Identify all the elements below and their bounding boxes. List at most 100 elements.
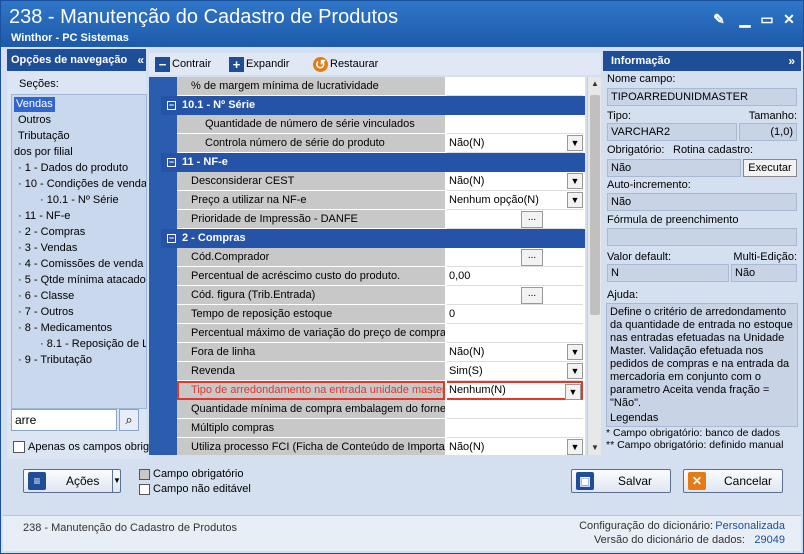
nav-item[interactable]: · 9 - Tributação xyxy=(18,353,92,368)
nav-item[interactable]: · 8.1 - Reposição de Lo xyxy=(40,337,146,352)
nav-item[interactable]: · 3 - Vendas xyxy=(18,241,77,256)
close-button[interactable]: ✕ xyxy=(781,11,797,27)
grid-row[interactable]: Quantidade de número de série vinculados xyxy=(177,115,585,134)
chevron-down-icon[interactable]: ▼ xyxy=(567,192,583,208)
edit-icon[interactable]: ✎ xyxy=(711,11,727,27)
tree-dot-icon: · xyxy=(40,338,47,350)
nav-item[interactable]: · 4 - Comissões de venda xyxy=(18,257,143,272)
scroll-up-icon[interactable]: ▲ xyxy=(589,77,601,91)
grid-row[interactable]: Prioridade de Impressão - DANFE... xyxy=(177,210,585,229)
grid-row-value[interactable] xyxy=(447,324,583,343)
nav-item[interactable]: · 5 - Qtde mínima atacado xyxy=(18,273,146,288)
nav-item[interactable]: Tributação xyxy=(18,129,70,144)
collapse-section-icon[interactable]: − xyxy=(167,157,176,167)
chevron-down-icon[interactable]: ▼ xyxy=(567,344,583,360)
grid-row-label: Revenda xyxy=(177,362,445,381)
expand-button[interactable]: + Expandir xyxy=(229,56,289,72)
chevron-down-icon[interactable]: ▼ xyxy=(567,135,583,151)
nav-item[interactable]: · 7 - Outros xyxy=(18,305,74,320)
search-button[interactable]: ⌕ xyxy=(119,409,139,431)
grid-section-header[interactable]: −10.1 - Nº Série xyxy=(161,96,585,115)
save-button[interactable]: ▣ Salvar xyxy=(571,469,671,493)
grid-row[interactable]: Cód.Comprador... xyxy=(177,248,585,267)
grid-row[interactable]: Preço a utilizar na NF-e Nenhum opção(N) ▼ xyxy=(177,191,585,210)
grid-row-label: Percentual de acréscimo custo do produto… xyxy=(177,267,445,286)
nav-item[interactable]: Outros xyxy=(18,113,51,128)
grid-row[interactable]: Controla número de série do produto Não(N… xyxy=(177,134,585,153)
grid-row-value[interactable] xyxy=(447,77,583,96)
chevron-down-icon[interactable]: ▼ xyxy=(112,470,121,492)
grid-row[interactable]: Desconsiderar CEST Não(N) ▼ xyxy=(177,172,585,191)
routine-label: Rotina cadastro: xyxy=(673,144,754,156)
grid-row-value[interactable]: Sim(S) ▼ xyxy=(447,362,583,381)
nav-item[interactable]: · 10 - Condições de venda xyxy=(18,177,146,192)
minimize-button[interactable]: ▁ xyxy=(737,11,753,27)
grid-scrollbar[interactable]: ▲ ▼ xyxy=(587,77,601,455)
cancel-button[interactable]: ✕ Cancelar xyxy=(683,469,783,493)
grid-row[interactable]: Percentual máximo de variação do preço d… xyxy=(177,324,585,343)
grid-row-value[interactable] xyxy=(447,400,583,419)
grid-row-value[interactable]: 0,00 xyxy=(447,267,583,286)
default-value: N xyxy=(607,264,729,282)
grid-row-value[interactable]: Não(N) ▼ xyxy=(447,343,583,362)
search-input[interactable]: arre xyxy=(11,409,117,431)
nav-item[interactable]: · 10.1 - Nº Série xyxy=(40,193,119,208)
required-swatch xyxy=(139,468,150,480)
nav-item[interactable]: · 8 - Medicamentos xyxy=(18,321,112,336)
maximize-button[interactable]: ▭ xyxy=(759,11,775,27)
grid-row[interactable]: Percentual de acréscimo custo do produto… xyxy=(177,267,585,286)
chevron-down-icon[interactable]: ▼ xyxy=(567,363,583,379)
grid-row-value[interactable] xyxy=(447,419,583,438)
nav-item[interactable]: Vendas xyxy=(14,97,55,112)
scroll-down-icon[interactable]: ▼ xyxy=(589,441,601,455)
grid-row[interactable]: Tipo de arredondamento na entrada unidad… xyxy=(177,381,585,400)
only-required-checkbox[interactable]: Apenas os campos obrig xyxy=(13,441,149,454)
grid-row-value[interactable]: Nenhum opção(N) ▼ xyxy=(447,191,583,210)
chevron-down-icon[interactable]: ▼ xyxy=(567,173,583,189)
grid-section-header[interactable]: −2 - Compras xyxy=(161,229,585,248)
nav-item[interactable]: · 1 - Dados do produto xyxy=(18,161,128,176)
collapse-section-icon[interactable]: − xyxy=(167,100,176,110)
grid-row-value[interactable] xyxy=(447,115,583,134)
nav-item[interactable]: · 6 - Classe xyxy=(18,289,74,304)
restore-icon: ↺ xyxy=(313,56,328,72)
ellipsis-button[interactable]: ... xyxy=(521,211,543,228)
grid-row[interactable]: Tempo de reposição estoque 0 xyxy=(177,305,585,324)
ellipsis-button[interactable]: ... xyxy=(521,287,543,304)
sections-tree[interactable]: Vendas Outros Tributação dos por filial · 1 … xyxy=(11,94,147,409)
collapse-button[interactable]: − Contrair xyxy=(155,56,211,72)
restore-button[interactable]: ↺ Restaurar xyxy=(313,56,378,72)
grid-row-value[interactable]: ... xyxy=(447,210,583,229)
collapse-section-icon[interactable]: − xyxy=(167,233,176,243)
grid-row-value[interactable]: ... xyxy=(447,286,583,305)
collapse-right-icon[interactable]: » xyxy=(788,51,795,71)
grid-row-value[interactable]: Não(N) ▼ xyxy=(447,438,583,455)
grid-row[interactable]: Múltiplo compras xyxy=(177,419,585,438)
grid-row[interactable]: Revenda Sim(S) ▼ xyxy=(177,362,585,381)
grid-row[interactable]: Fora de linha Não(N) ▼ xyxy=(177,343,585,362)
grid-row[interactable]: Quantidade mínima de compra embalagem do… xyxy=(177,400,585,419)
grid-row-value[interactable]: 0 xyxy=(447,305,583,324)
chevron-down-icon[interactable]: ▼ xyxy=(565,384,581,400)
grid-row-value[interactable]: Não(N) ▼ xyxy=(447,134,583,153)
nav-item[interactable]: dos por filial xyxy=(14,145,73,160)
grid-row-value[interactable]: Não(N) ▼ xyxy=(447,172,583,191)
tree-dot-icon: · xyxy=(18,210,25,222)
collapse-left-icon[interactable]: « xyxy=(137,49,144,71)
execute-button[interactable]: Executar xyxy=(743,159,797,177)
nav-item-label: 6 - Classe xyxy=(24,290,75,302)
scroll-thumb[interactable] xyxy=(590,95,600,315)
grid-row[interactable]: Cód. figura (Trib.Entrada)... xyxy=(177,286,585,305)
grid-row[interactable]: Utiliza processo FCI (Ficha de Conteúdo … xyxy=(177,438,585,455)
checkbox-box[interactable] xyxy=(13,441,25,454)
grid-section-header[interactable]: −11 - NF-e xyxy=(161,153,585,172)
default-label: Valor default: xyxy=(607,251,672,263)
grid-row-value[interactable]: ... xyxy=(447,248,583,267)
nav-item[interactable]: · 11 - NF-e xyxy=(18,209,70,224)
ellipsis-button[interactable]: ... xyxy=(521,249,543,266)
actions-button[interactable]: ≡ Ações ▼ xyxy=(23,469,121,493)
chevron-down-icon[interactable]: ▼ xyxy=(567,439,583,455)
nav-item[interactable]: · 2 - Compras xyxy=(18,225,85,240)
grid-row-value[interactable]: Nenhum(N) ▼ xyxy=(447,381,583,400)
grid-row[interactable]: % de margem mínima de lucratividade xyxy=(177,77,585,96)
